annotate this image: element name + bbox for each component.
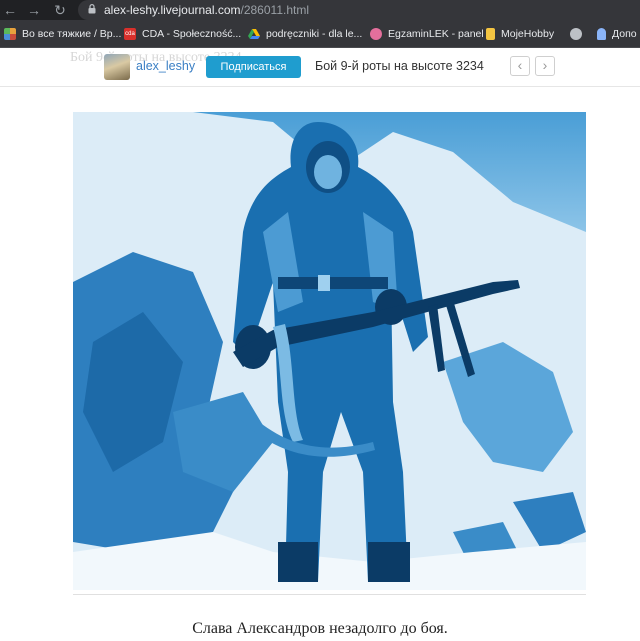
back-arrow-icon[interactable]: ← (0, 0, 20, 20)
post-photo (73, 112, 586, 590)
person-icon (597, 27, 606, 40)
bookmark-item[interactable]: MojeHobby (486, 20, 554, 47)
photo-divider (73, 594, 586, 595)
url-path: /286011.html (240, 3, 310, 17)
url-host: alex-leshy.livejournal.com (104, 3, 241, 17)
bookmark-item[interactable]: cda CDA - Społeczność... (124, 20, 241, 47)
bookmark-item[interactable]: Допо (597, 20, 637, 47)
globe-icon (570, 27, 582, 40)
forward-arrow-icon[interactable]: → (24, 0, 44, 20)
photo-caption: Слава Александров незадолго до боя. (192, 620, 448, 637)
url-text: alex-leshy.livejournal.com/286011.html (104, 2, 309, 18)
chevron-right-icon: › (542, 57, 548, 73)
browser-toolbar: ← → ↻ alex-leshy.livejournal.com/286011.… (0, 0, 640, 20)
bookmark-item[interactable]: podręczniki - dla le... (248, 20, 362, 47)
bookmarks-bar: Во все тяжкие / Вр... cda CDA - Społeczn… (0, 20, 640, 48)
next-post-button[interactable]: › (535, 56, 555, 76)
avatar[interactable] (104, 54, 130, 80)
soldier-photo-illustration (73, 112, 586, 590)
tile-icon (4, 27, 16, 40)
reload-icon[interactable]: ↻ (50, 0, 70, 20)
bookmark-item[interactable] (570, 20, 588, 47)
lj-sticky-header: Бой 9-й роты на высоте 3234 alex_leshy П… (0, 48, 640, 87)
prev-post-button[interactable]: ‹ (510, 56, 530, 76)
chevron-left-icon: ‹ (517, 57, 523, 73)
subscribe-button[interactable]: Подписаться (206, 56, 301, 78)
bookmark-item[interactable]: Во все тяжкие / Вр... (4, 20, 121, 47)
bookmark-item[interactable]: EgzaminLEK - panel (370, 20, 484, 47)
lock-icon (88, 4, 96, 14)
bookmark-icon (486, 27, 495, 40)
post-title: Бой 9-й роты на высоте 3234 (315, 59, 484, 73)
drive-icon (248, 28, 260, 39)
cda-icon: cda (124, 27, 136, 40)
author-link[interactable]: alex_leshy (136, 59, 195, 73)
brain-icon (370, 27, 382, 40)
